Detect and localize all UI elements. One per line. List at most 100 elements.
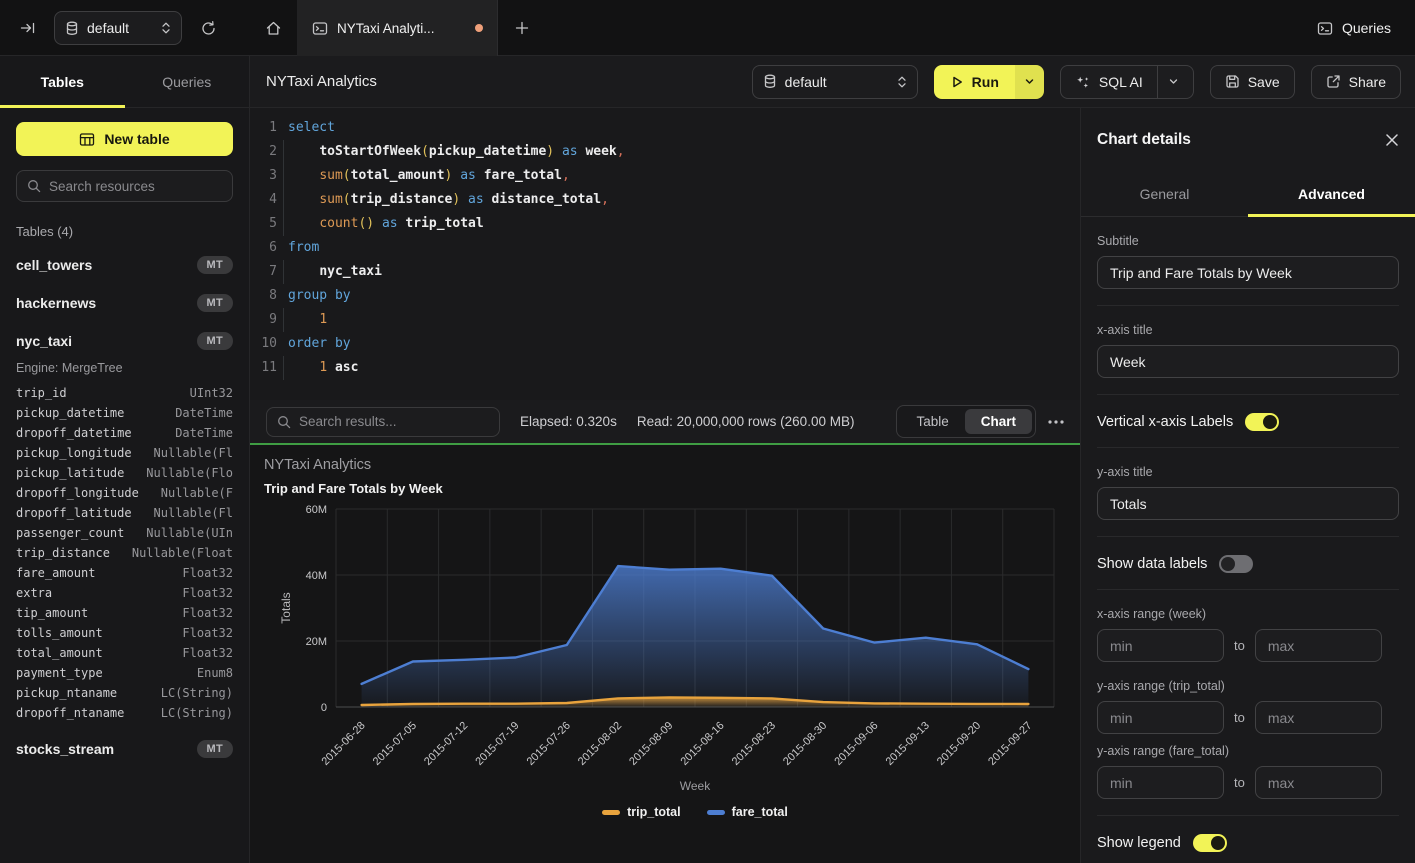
- column-row-pickup_ntaname: pickup_ntanameLC(String): [16, 683, 233, 703]
- plus-icon: [515, 21, 529, 35]
- run-button-group: Run: [934, 65, 1044, 99]
- column-name: tip_amount: [16, 603, 88, 623]
- column-type: Float32: [182, 623, 233, 643]
- yaxis-title-input[interactable]: [1097, 487, 1399, 520]
- tab-nytaxi-analytics[interactable]: NYTaxi Analyti...: [298, 0, 498, 56]
- column-row-pickup_datetime: pickup_datetimeDateTime: [16, 403, 233, 423]
- collapse-sidebar-icon: [20, 20, 36, 36]
- panel-title: Chart details: [1097, 131, 1191, 149]
- save-label: Save: [1248, 74, 1280, 90]
- queries-label: Queries: [1342, 20, 1391, 36]
- x-axis-tick-label: 2015-08-02: [576, 720, 624, 768]
- line-number: 7: [250, 260, 277, 284]
- divider: [1097, 447, 1399, 448]
- column-name: extra: [16, 583, 52, 603]
- column-name: dropoff_latitude: [16, 503, 132, 523]
- x-axis-tick-label: 2015-07-05: [371, 720, 419, 768]
- column-name: pickup_ntaname: [16, 683, 117, 703]
- show-legend-toggle[interactable]: [1193, 834, 1227, 852]
- subtitle-input[interactable]: [1097, 256, 1399, 289]
- code-line-11: 11 1 asc: [250, 356, 1080, 380]
- x-axis-tick-label: 2015-09-20: [935, 720, 983, 768]
- table-icon: [79, 132, 95, 147]
- chart-details-panel: Chart details General Advanced Subtitle …: [1080, 108, 1415, 863]
- legend-item-fare_total[interactable]: fare_total: [707, 805, 788, 819]
- vertical-xaxis-labels-toggle[interactable]: [1245, 413, 1279, 431]
- line-number: 8: [250, 284, 277, 308]
- results-search-input[interactable]: [299, 414, 489, 429]
- column-name: trip_id: [16, 383, 67, 403]
- run-label: Run: [972, 74, 999, 90]
- column-row-pickup_longitude: pickup_longitudeNullable(Fl: [16, 443, 233, 463]
- new-table-label: New table: [104, 131, 169, 147]
- collapse-sidebar-button[interactable]: [14, 14, 42, 42]
- table-row-stocks_stream[interactable]: stocks_streamMT: [16, 737, 233, 761]
- line-number: 3: [250, 164, 277, 188]
- xaxis-range-min-input[interactable]: [1097, 629, 1224, 662]
- column-name: payment_type: [16, 663, 103, 683]
- run-options-button[interactable]: [1015, 65, 1044, 99]
- x-axis-tick-label: 2015-09-06: [832, 720, 880, 768]
- x-axis-tick-label: 2015-07-19: [473, 720, 521, 768]
- queries-button[interactable]: Queries: [1317, 0, 1391, 56]
- table-row-hackernews[interactable]: hackernewsMT: [16, 291, 233, 315]
- refresh-button[interactable]: [194, 14, 222, 42]
- sql-editor[interactable]: 1select2 toStartOfWeek(pickup_datetime) …: [250, 108, 1080, 400]
- search-icon: [277, 415, 291, 429]
- show-data-labels-toggle[interactable]: [1219, 555, 1253, 573]
- to-label: to: [1234, 638, 1245, 653]
- sidebar-tab-tables-label: Tables: [41, 74, 84, 90]
- table-row-nyc_taxi[interactable]: nyc_taxi MT: [16, 329, 233, 353]
- tab-advanced[interactable]: Advanced: [1248, 172, 1415, 216]
- line-number: 5: [250, 212, 277, 236]
- y-axis-title: Totals: [279, 592, 293, 623]
- yaxis-range-fare-min-input[interactable]: [1097, 766, 1224, 799]
- home-button[interactable]: [250, 0, 298, 56]
- table-name: nyc_taxi: [16, 333, 72, 349]
- sidebar-tab-queries[interactable]: Queries: [125, 56, 250, 107]
- new-tab-button[interactable]: [498, 0, 546, 56]
- column-list: trip_idUInt32pickup_datetimeDateTimedrop…: [16, 383, 233, 723]
- engine-badge: MT: [197, 332, 233, 350]
- yaxis-range-trip-min-input[interactable]: [1097, 701, 1224, 734]
- chart-view-button[interactable]: Chart: [965, 409, 1032, 434]
- yaxis-range-trip-max-input[interactable]: [1255, 701, 1382, 734]
- subtitle-label: Subtitle: [1097, 234, 1399, 248]
- save-icon: [1225, 74, 1240, 89]
- run-database-selector[interactable]: default: [752, 65, 918, 99]
- column-name: total_amount: [16, 643, 103, 663]
- y-axis-tick-label: 40M: [306, 570, 327, 582]
- show-legend-label: Show legend: [1097, 835, 1181, 851]
- code-text: 1 asc: [283, 356, 358, 380]
- close-icon: [1385, 133, 1399, 147]
- run-button[interactable]: Run: [934, 65, 1015, 99]
- table-row-cell_towers[interactable]: cell_towersMT: [16, 253, 233, 277]
- sql-ai-options-button[interactable]: [1168, 76, 1179, 87]
- engine-badge: MT: [197, 294, 233, 312]
- yaxis-range-fare-max-input[interactable]: [1255, 766, 1382, 799]
- sidebar-tab-tables[interactable]: Tables: [0, 56, 125, 107]
- sql-ai-button[interactable]: SQL AI: [1060, 65, 1194, 99]
- legend-swatch: [707, 810, 725, 815]
- code-text: nyc_taxi: [283, 260, 382, 284]
- legend-item-trip_total[interactable]: trip_total: [602, 805, 680, 819]
- x-axis-tick-label: 2015-08-16: [678, 720, 726, 768]
- xaxis-range-max-input[interactable]: [1255, 629, 1382, 662]
- resource-search-input[interactable]: [49, 179, 226, 194]
- line-number: 1: [250, 116, 277, 140]
- more-options-button[interactable]: [1048, 420, 1064, 424]
- close-panel-button[interactable]: [1385, 133, 1399, 147]
- updown-chevron-icon: [161, 21, 171, 35]
- tab-general[interactable]: General: [1081, 172, 1248, 216]
- share-button[interactable]: Share: [1311, 65, 1401, 99]
- code-text: from: [283, 236, 319, 260]
- database-selector[interactable]: default: [54, 11, 182, 45]
- save-button[interactable]: Save: [1210, 65, 1295, 99]
- new-table-button[interactable]: New table: [16, 122, 233, 156]
- table-view-button[interactable]: Table: [900, 409, 964, 434]
- column-type: Enum8: [197, 663, 233, 683]
- code-line-1: 1select: [250, 116, 1080, 140]
- xaxis-title-input[interactable]: [1097, 345, 1399, 378]
- search-icon: [27, 179, 41, 193]
- column-name: dropoff_longitude: [16, 483, 139, 503]
